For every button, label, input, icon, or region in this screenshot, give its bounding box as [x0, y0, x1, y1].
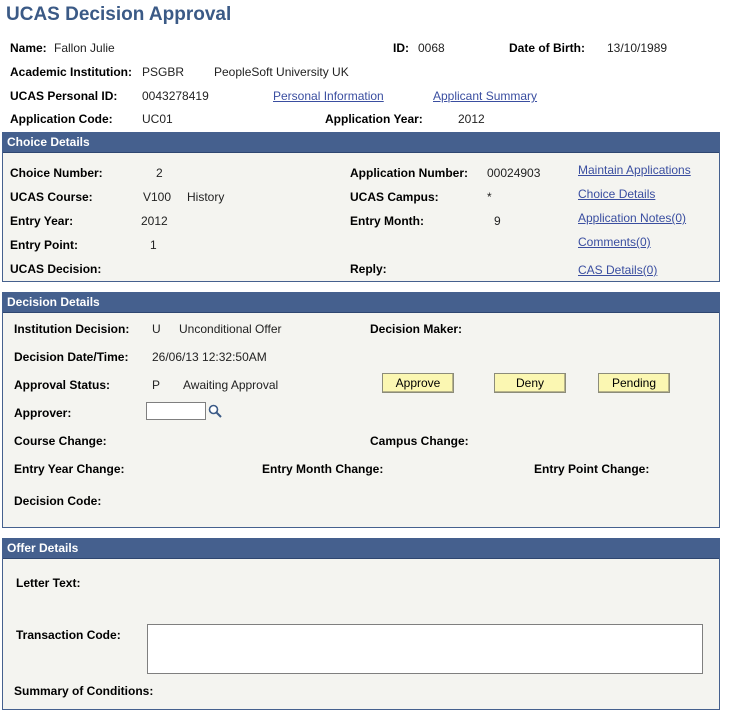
- institution-decision-text: Unconditional Offer: [179, 322, 282, 336]
- id-value: 0068: [418, 41, 445, 55]
- ucas-campus-value: *: [487, 190, 492, 204]
- id-label: ID:: [393, 41, 409, 55]
- application-code-label: Application Code:: [10, 112, 113, 126]
- approval-status-code: P: [152, 378, 161, 392]
- approval-status-label: Approval Status:: [14, 378, 111, 392]
- application-notes-link[interactable]: Application Notes(0): [578, 211, 686, 225]
- ucas-course-label: UCAS Course:: [10, 190, 93, 204]
- campus-change-label: Campus Change:: [370, 434, 469, 448]
- decision-datetime-label: Decision Date/Time:: [14, 350, 129, 364]
- choice-details-link[interactable]: Choice Details: [578, 187, 655, 201]
- dob-label: Date of Birth:: [509, 41, 585, 55]
- institution-label: Academic Institution:: [10, 65, 133, 79]
- application-year-value: 2012: [458, 112, 485, 126]
- ucas-campus-label: UCAS Campus:: [350, 190, 439, 204]
- course-change-label: Course Change:: [14, 434, 107, 448]
- entry-point-change-label: Entry Point Change:: [534, 462, 650, 476]
- entry-year-change-label: Entry Year Change:: [14, 462, 125, 476]
- name-value: Fallon Julie: [54, 41, 115, 55]
- approver-input[interactable]: [146, 402, 206, 420]
- approve-button[interactable]: Approve: [382, 373, 454, 393]
- choice-number-label: Choice Number:: [10, 166, 103, 180]
- name-label: Name:: [10, 41, 47, 55]
- ucas-course-name: History: [187, 190, 225, 204]
- approver-label: Approver:: [14, 406, 72, 420]
- page-title: UCAS Decision Approval: [6, 4, 232, 25]
- ucas-course-code: V100: [143, 190, 172, 204]
- deny-button[interactable]: Deny: [494, 373, 566, 393]
- entry-month-label: Entry Month:: [350, 214, 424, 228]
- institution-name: PeopleSoft University UK: [214, 65, 349, 79]
- transaction-code-textarea[interactable]: [147, 624, 703, 674]
- entry-year-label: Entry Year:: [10, 214, 74, 228]
- offer-details-heading: Offer Details: [3, 539, 719, 559]
- personal-information-link[interactable]: Personal Information: [273, 89, 384, 103]
- magnifier-icon[interactable]: [208, 404, 222, 418]
- institution-code: PSGBR: [142, 65, 185, 79]
- entry-year-value: 2012: [141, 214, 168, 228]
- cas-details-link[interactable]: CAS Details(0): [578, 263, 657, 277]
- application-year-label: Application Year:: [325, 112, 423, 126]
- institution-decision-code: U: [152, 322, 161, 336]
- application-number-label: Application Number:: [350, 166, 469, 180]
- ucas-decision-label: UCAS Decision:: [10, 262, 102, 276]
- applicant-summary-link[interactable]: Applicant Summary: [433, 89, 537, 103]
- dob-value: 13/10/1989: [607, 41, 668, 55]
- entry-point-value: 1: [150, 238, 157, 252]
- choice-number-value: 2: [156, 166, 163, 180]
- decision-details-heading: Decision Details: [3, 293, 719, 313]
- maintain-applications-link[interactable]: Maintain Applications: [578, 163, 691, 177]
- choice-details-section: Choice Details: [2, 132, 720, 282]
- entry-month-change-label: Entry Month Change:: [262, 462, 384, 476]
- pending-button[interactable]: Pending: [598, 373, 670, 393]
- application-code-value: UC01: [142, 112, 173, 126]
- letter-text-label: Letter Text:: [16, 576, 81, 590]
- decision-code-label: Decision Code:: [14, 494, 102, 508]
- reply-label: Reply:: [350, 262, 387, 276]
- ucas-personal-id-label: UCAS Personal ID:: [10, 89, 118, 103]
- entry-point-label: Entry Point:: [10, 238, 78, 252]
- transaction-code-label: Transaction Code:: [16, 628, 121, 642]
- comments-link[interactable]: Comments(0): [578, 235, 651, 249]
- ucas-personal-id-value: 0043278419: [142, 89, 209, 103]
- summary-of-conditions-label: Summary of Conditions:: [14, 684, 154, 698]
- decision-maker-label: Decision Maker:: [370, 322, 463, 336]
- entry-month-value: 9: [494, 214, 501, 228]
- application-number-value: 00024903: [487, 166, 541, 180]
- choice-details-heading: Choice Details: [3, 133, 719, 153]
- decision-datetime-value: 26/06/13 12:32:50AM: [152, 350, 267, 364]
- institution-decision-label: Institution Decision:: [14, 322, 130, 336]
- approval-status-text: Awaiting Approval: [183, 378, 279, 392]
